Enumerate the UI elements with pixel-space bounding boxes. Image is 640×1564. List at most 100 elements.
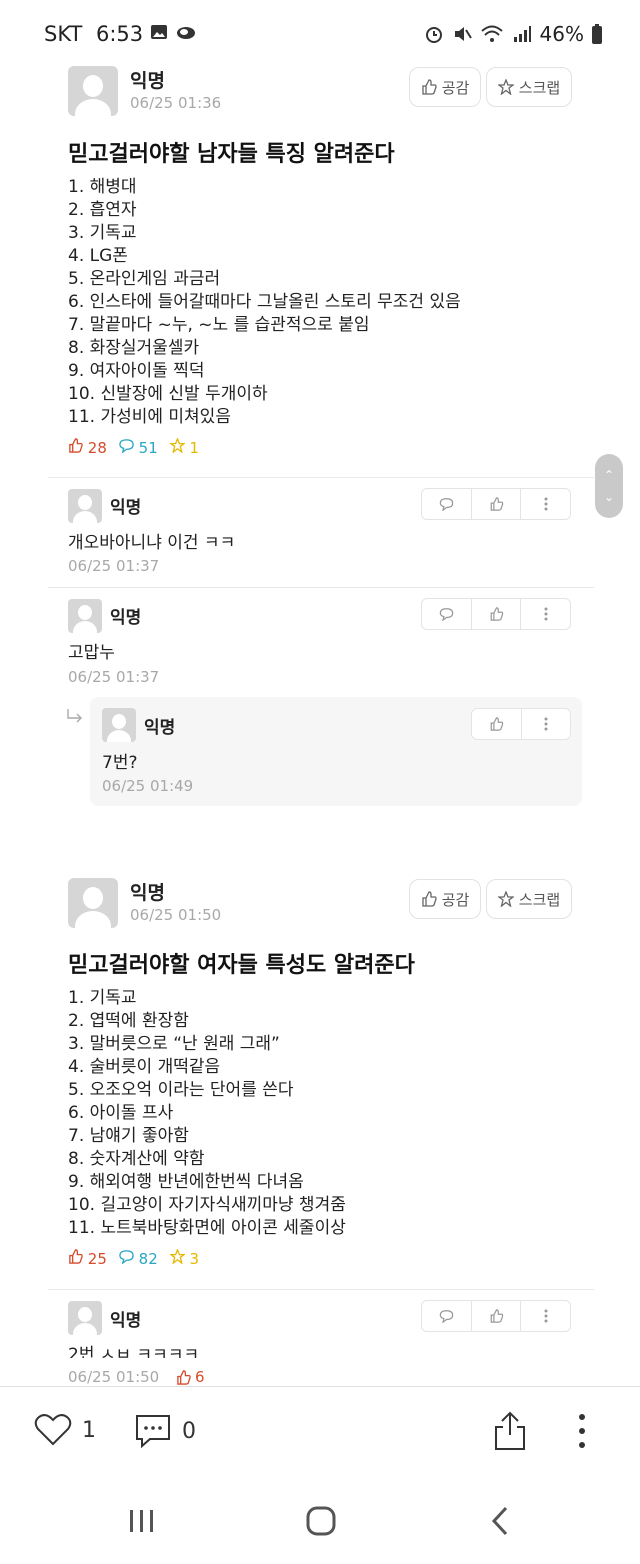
scroll-handle[interactable]: ⌃ ⌄ <box>595 454 623 518</box>
speech-bubble-icon <box>439 608 454 621</box>
heart-icon <box>34 1414 72 1446</box>
signal-icon <box>513 26 531 42</box>
comment-avatar <box>102 708 136 742</box>
share-icon <box>495 1411 525 1450</box>
like-count-value: 28 <box>87 439 107 457</box>
comment-post-button[interactable]: 0 <box>134 1413 196 1449</box>
divider <box>48 477 594 478</box>
list-item: 2. 엽떡에 환장함 <box>68 1011 189 1031</box>
gallery-icon <box>151 25 167 39</box>
more-vertical-icon <box>579 1414 585 1448</box>
scrap-button-label: 스크랩 <box>518 890 561 909</box>
post-body-list: 1. 해병대 2. 흡연자 3. 기독교 4. LG폰 5. 온라인게임 과금러… <box>68 176 461 429</box>
post-stats: 28 51 1 <box>68 437 200 457</box>
comment-text: 7번? <box>102 753 138 773</box>
more-vertical-icon <box>544 1309 548 1323</box>
post-author: 익명 <box>130 70 165 92</box>
divider <box>48 1289 594 1290</box>
more-options-button[interactable] <box>578 1413 586 1449</box>
thumbs-up-icon <box>422 79 437 95</box>
thumbs-up-icon <box>69 438 83 453</box>
list-item: 9. 해외여행 반년에한번씩 다녀옴 <box>68 1172 304 1192</box>
comment-text: 고맙누 <box>68 643 115 663</box>
like-comment-button[interactable] <box>472 489 522 519</box>
list-item: 2. 흡연자 <box>68 200 137 220</box>
scrap-count-value: 3 <box>189 1250 200 1268</box>
notification-icons <box>150 24 196 40</box>
reply-arrow-icon <box>67 709 82 723</box>
thumbs-up-icon <box>422 891 437 907</box>
comment-avatar <box>68 489 102 523</box>
list-item: 6. 인스타에 들어갈때마다 그날올린 스토리 무조건 있음 <box>68 292 461 312</box>
like-comment-button[interactable] <box>472 709 522 739</box>
like-count-bottom: 1 <box>82 1417 96 1443</box>
speech-bubble-icon <box>439 1310 454 1323</box>
list-item: 11. 노트북바탕화면에 아이콘 세줄이상 <box>68 1218 346 1238</box>
thumbs-up-icon <box>69 1249 83 1264</box>
chevron-up-icon: ⌃ <box>603 468 615 482</box>
like-button[interactable]: 공감 <box>409 879 481 919</box>
thumbs-up-icon <box>177 1369 191 1385</box>
more-vertical-icon <box>544 607 548 621</box>
comment-avatar <box>68 599 102 633</box>
comment-count: 51 <box>119 438 158 457</box>
post-date: 06/25 01:36 <box>130 94 222 112</box>
list-item: 1. 기독교 <box>68 988 137 1008</box>
scrap-button[interactable]: 스크랩 <box>486 67 572 107</box>
list-item: 7. 남얘기 좋아함 <box>68 1126 189 1146</box>
more-vertical-icon <box>544 497 548 511</box>
like-button-label: 공감 <box>441 78 470 97</box>
cloud-icon <box>177 27 195 39</box>
scrap-count-value: 1 <box>189 439 200 457</box>
divider <box>48 587 594 588</box>
comment-count-value: 51 <box>138 439 158 457</box>
star-icon <box>497 891 514 907</box>
battery-percent: 46% <box>539 22 584 46</box>
comment-actions <box>471 708 571 740</box>
post-body-list: 1. 기독교 2. 엽떡에 환장함 3. 말버릇으로 “난 원래 그래” 4. … <box>68 987 346 1240</box>
comment-like-value: 6 <box>195 1368 205 1386</box>
list-item: 10. 신발장에 신발 두개이하 <box>68 384 268 404</box>
speech-bubble-icon <box>119 439 134 454</box>
thumbs-up-icon <box>490 607 503 621</box>
reply-comment-button[interactable] <box>422 1301 472 1331</box>
comment-actions <box>421 488 571 520</box>
reply-comment-button[interactable] <box>422 489 472 519</box>
chevron-down-icon: ⌄ <box>603 490 615 504</box>
more-options-button[interactable] <box>521 489 570 519</box>
comment-date: 06/25 01:50 <box>68 1368 160 1386</box>
like-post-button[interactable]: 1 <box>34 1413 96 1447</box>
back-icon[interactable] <box>490 1506 510 1536</box>
comment-author: 익명 <box>110 498 142 518</box>
battery-icon <box>592 24 602 44</box>
more-options-button[interactable] <box>521 1301 570 1331</box>
reply-comment-button[interactable] <box>422 599 472 629</box>
list-item: 3. 기독교 <box>68 223 137 243</box>
scrap-button[interactable]: 스크랩 <box>486 879 572 919</box>
list-item: 11. 가성비에 미쳐있음 <box>68 407 231 427</box>
comment-count-value: 82 <box>138 1250 158 1268</box>
like-button[interactable]: 공감 <box>409 67 481 107</box>
home-icon[interactable] <box>306 1506 336 1536</box>
like-count: 28 <box>68 438 107 457</box>
comment-author: 익명 <box>110 1311 142 1331</box>
comment-like-count: 6 <box>176 1368 205 1386</box>
like-comment-button[interactable] <box>472 599 522 629</box>
author-avatar <box>68 878 118 928</box>
list-item: 7. 말끝마다 ~누, ~노 를 습관적으로 붙임 <box>68 315 370 335</box>
share-button[interactable] <box>493 1411 527 1451</box>
list-item: 3. 말버릇으로 “난 원래 그래” <box>68 1034 280 1054</box>
more-options-button[interactable] <box>521 599 570 629</box>
comment-avatar <box>68 1301 102 1335</box>
like-comment-button[interactable] <box>472 1301 522 1331</box>
comment-count-bottom: 0 <box>182 1418 196 1444</box>
system-navigation-bar <box>0 1478 640 1564</box>
status-time: 6:53 <box>96 22 144 46</box>
star-icon <box>168 437 186 454</box>
wifi-icon <box>480 25 503 42</box>
scrap-button-label: 스크랩 <box>518 78 561 97</box>
thumbs-up-icon <box>490 1309 503 1323</box>
list-item: 1. 해병대 <box>68 177 137 197</box>
recent-apps-icon[interactable] <box>128 1508 156 1534</box>
more-options-button[interactable] <box>522 709 571 739</box>
